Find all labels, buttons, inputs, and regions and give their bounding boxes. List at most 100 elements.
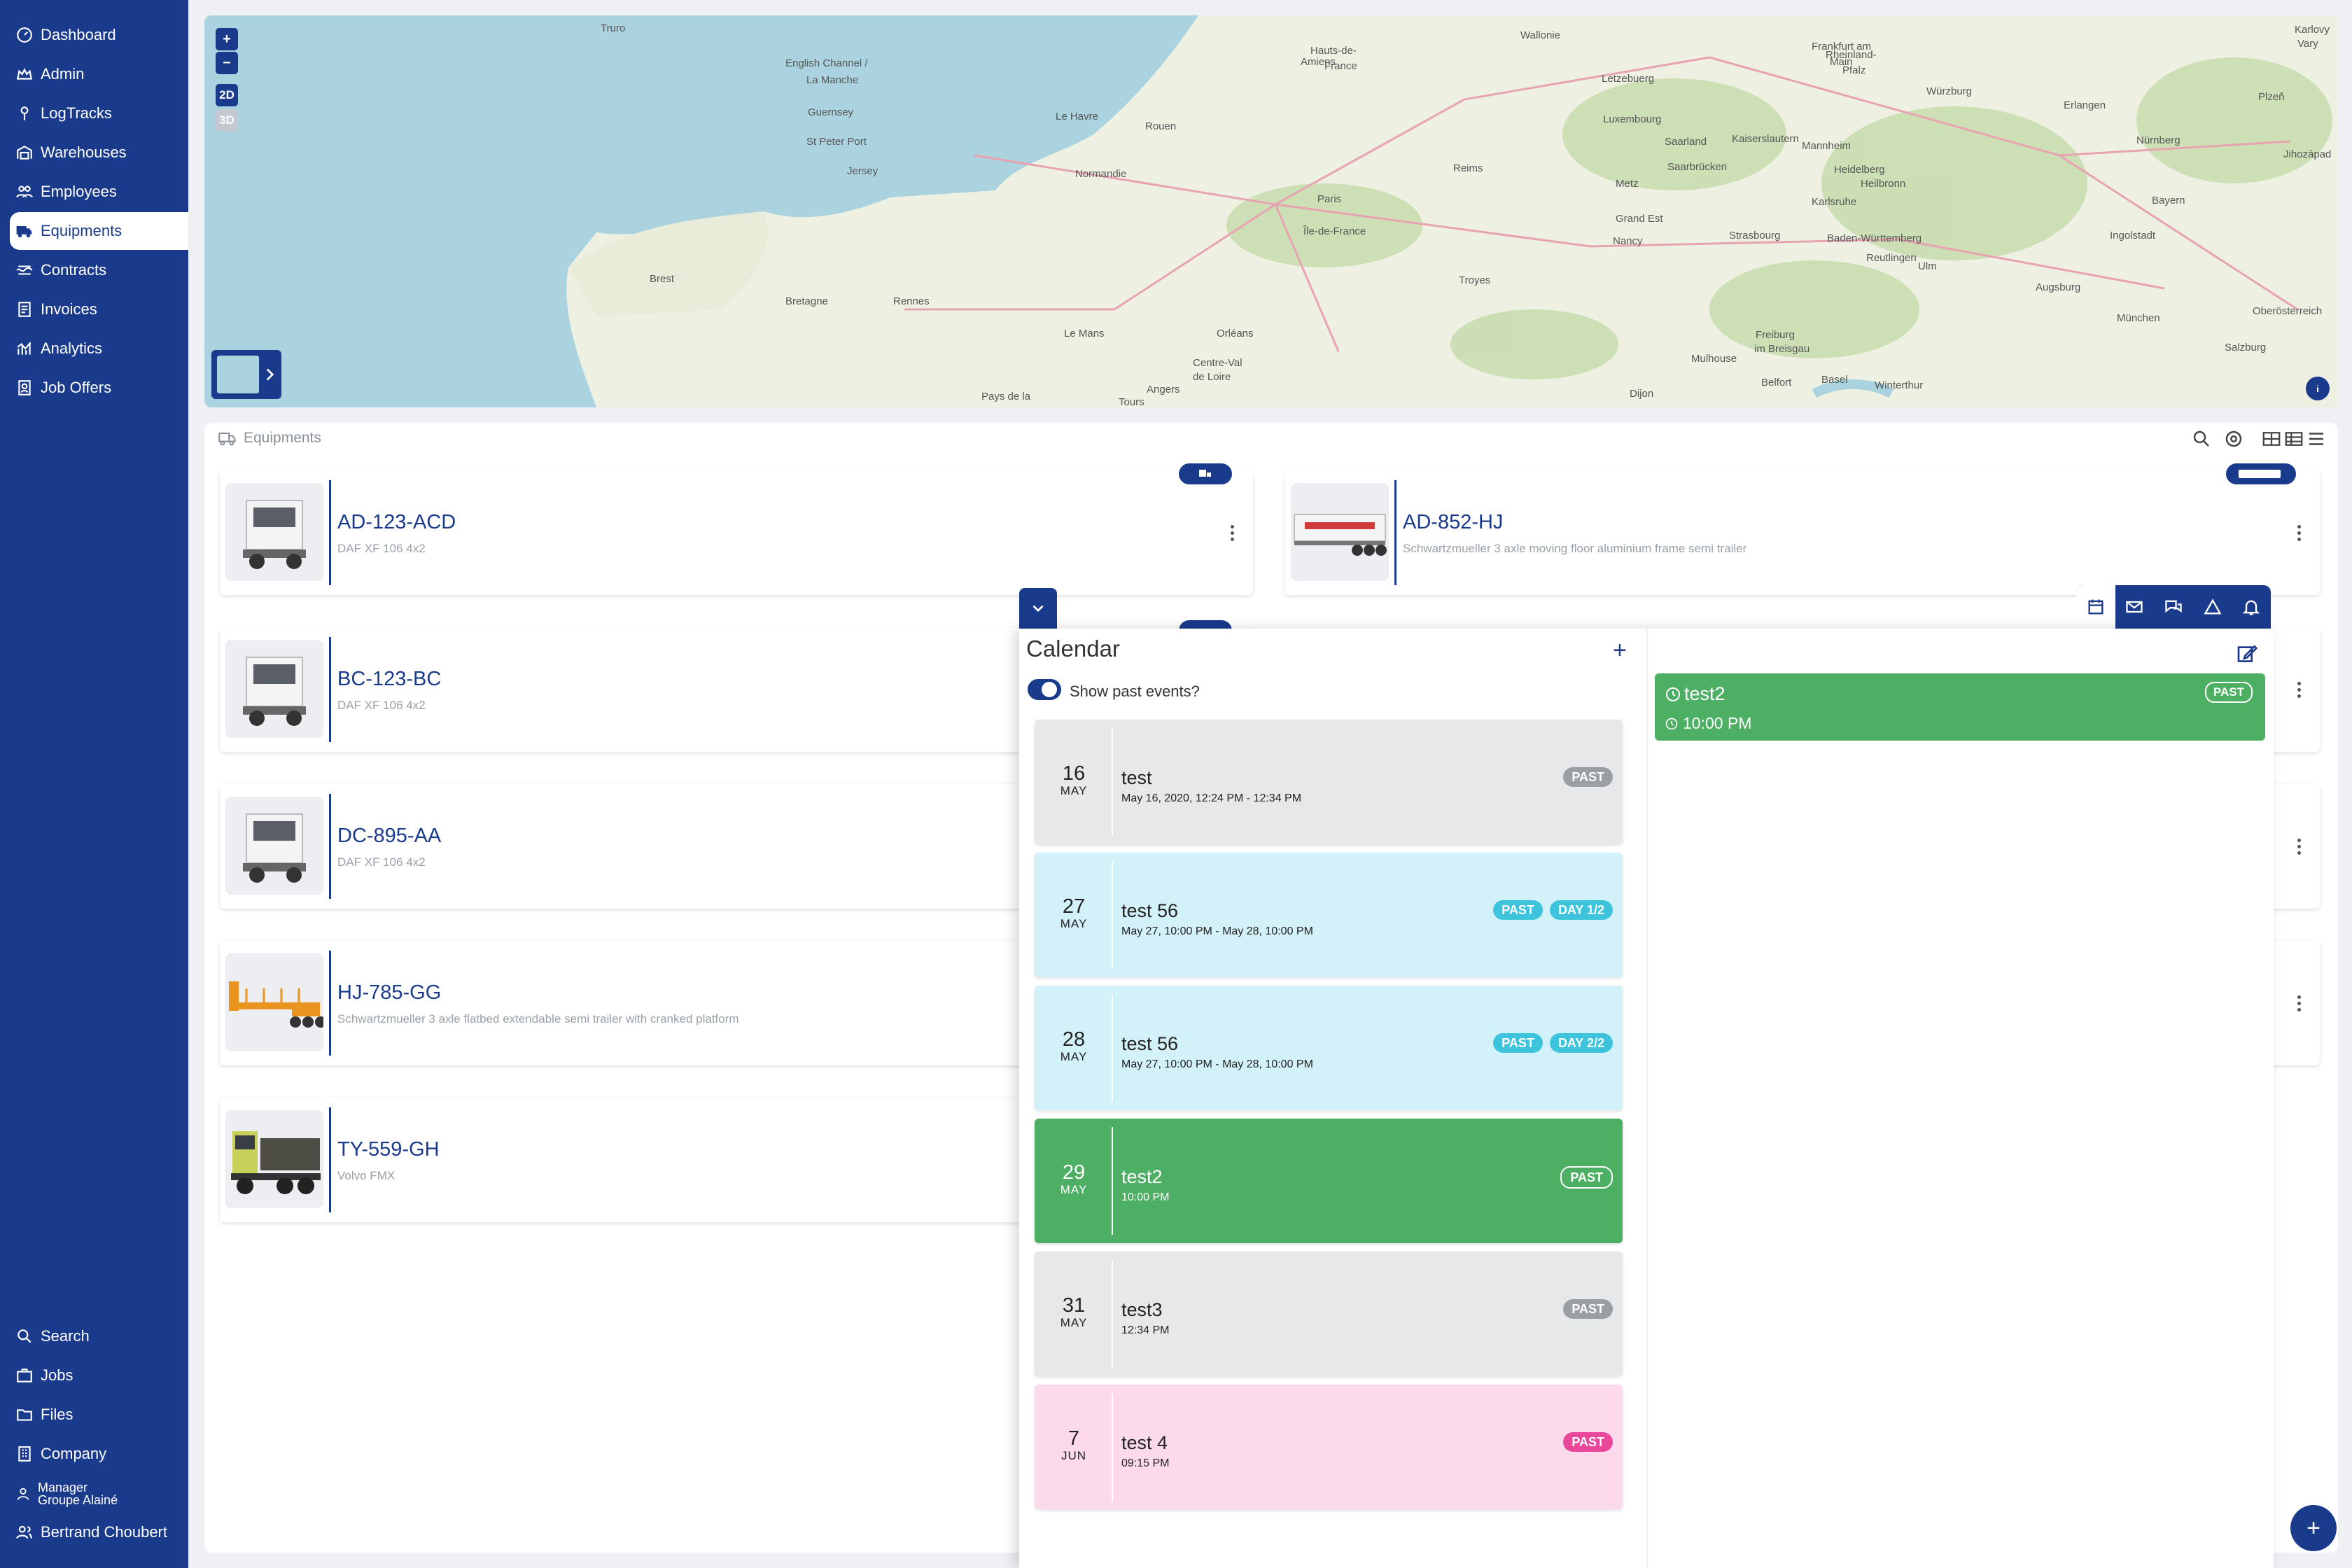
event-detail-card[interactable]: test2 10:00 PM PAST	[1655, 673, 2265, 741]
map-place-label: Plzeň	[2258, 91, 2285, 103]
manager-company: Groupe Alainé	[38, 1493, 118, 1507]
event-card[interactable]: 31 MAY test3 12:34 PM PAST	[1035, 1252, 1623, 1376]
equipment-model: Volvo FMX	[337, 1169, 396, 1182]
grid-view-icon[interactable]	[2261, 428, 2282, 449]
sidebar-item-files[interactable]: Files	[10, 1396, 188, 1434]
truck-icon	[1199, 470, 1211, 477]
sidebar-item-analytics[interactable]: Analytics	[10, 330, 188, 368]
map-place-label: Freiburg	[1756, 329, 1795, 341]
sidebar-item-job-offers[interactable]: Job Offers	[10, 369, 188, 407]
map-info-button[interactable]	[2306, 377, 2330, 400]
sidebar-item-contracts[interactable]: Contracts	[10, 251, 188, 289]
map-place-label: Wallonie	[1520, 29, 1560, 41]
zoom-out-button[interactable]: −	[216, 52, 238, 74]
sidebar-item-logtracks[interactable]: LogTracks	[10, 94, 188, 132]
panel-toolbar	[2191, 428, 2327, 449]
analytics-icon	[17, 342, 31, 355]
equipment-model: Schwartzmueller 3 axle moving floor alum…	[1403, 542, 1747, 555]
tab-notifications[interactable]	[2232, 585, 2271, 629]
sidebar-item-equipments[interactable]: Equipments	[10, 212, 188, 250]
map-place-label: Strasbourg	[1729, 230, 1781, 241]
map-view[interactable]: Truro English Channel / La Manche Guernsey S…	[204, 15, 2338, 407]
sidebar-item-company[interactable]: Company	[10, 1435, 188, 1473]
table-view-icon[interactable]	[2283, 428, 2304, 449]
map-place-label: Nürnberg	[2136, 134, 2180, 146]
sidebar-item-admin[interactable]: Admin	[10, 55, 188, 93]
info-icon	[2316, 385, 2319, 392]
equipment-plate[interactable]: HJ-785-GG	[337, 981, 441, 1004]
sidebar-item-label: LogTracks	[41, 104, 112, 122]
equipment-card[interactable]: AD-123-ACD DAF XF 106 4x2	[220, 463, 1253, 595]
map-layer-switcher[interactable]	[211, 350, 281, 399]
event-month: JUN	[1060, 1449, 1087, 1462]
map-place-label: Salzburg	[2225, 342, 2267, 354]
equipment-card[interactable]	[2268, 627, 2320, 752]
more-options-icon[interactable]	[2297, 995, 2302, 1014]
equipment-thumbnail	[225, 953, 323, 1051]
equipment-card[interactable]	[2268, 941, 2320, 1065]
manager-switcher[interactable]: Manager Groupe Alainé	[15, 1481, 183, 1506]
equipment-card[interactable]: AD-852-HJ Schwartzmueller 3 axle moving …	[1285, 463, 2320, 595]
user-icon	[17, 1488, 29, 1500]
event-card[interactable]: 27 MAY test 56 May 27, 10:00 PM - May 28,…	[1035, 853, 1623, 977]
search-icon[interactable]	[2191, 428, 2212, 449]
tab-messages[interactable]	[2154, 585, 2193, 629]
event-time: 12:34 PM	[1121, 1324, 1170, 1336]
chat-icon	[2165, 600, 2182, 613]
zoom-in-button[interactable]: +	[216, 28, 238, 50]
tab-mail[interactable]	[2115, 585, 2155, 629]
map-place-label: Angers	[1147, 384, 1180, 396]
sidebar-item-user[interactable]: Bertrand Choubert	[10, 1513, 188, 1551]
event-card[interactable]: 28 MAY test 56 May 27, 10:00 PM - May 28,…	[1035, 986, 1623, 1110]
map-place-label: Rennes	[893, 295, 930, 307]
sidebar-item-warehouses[interactable]: Warehouses	[10, 134, 188, 172]
panel-title: Equipments	[217, 428, 321, 448]
event-month: MAY	[1060, 1183, 1088, 1196]
more-options-icon[interactable]	[2297, 682, 2302, 701]
map-place-label: Orléans	[1217, 328, 1254, 340]
equipment-card[interactable]	[2268, 784, 2320, 909]
dashboard-icon	[17, 27, 32, 43]
more-options-icon[interactable]	[1231, 525, 1235, 544]
sidebar-item-dashboard[interactable]: Dashboard	[10, 16, 188, 54]
sidebar-item-employees[interactable]: Employees	[10, 173, 188, 211]
equipment-plate[interactable]: DC-895-AA	[337, 825, 441, 848]
floating-add-button[interactable]: +	[2290, 1505, 2337, 1551]
equipment-plate[interactable]: AD-123-ACD	[337, 511, 456, 534]
equipment-thumbnail	[225, 640, 323, 738]
event-card[interactable]: 7 JUN test 4 09:15 PM PAST	[1035, 1385, 1623, 1509]
equipment-plate[interactable]: TY-559-GH	[337, 1138, 440, 1161]
past-events-toggle[interactable]	[1028, 679, 1061, 700]
map-2d-button[interactable]: 2D	[216, 84, 238, 106]
event-date: 31 MAY	[1035, 1295, 1113, 1330]
map-place-label: Brest	[650, 273, 675, 285]
target-icon[interactable]	[2223, 428, 2244, 449]
event-card[interactable]: 16 MAY test May 16, 2020, 12:24 PM - 12:3…	[1035, 720, 1623, 844]
collapse-drawer-button[interactable]	[1019, 588, 1057, 629]
sidebar-item-search[interactable]: Search	[10, 1317, 188, 1355]
sidebar-item-invoices[interactable]: Invoices	[10, 290, 188, 328]
map-place-label: Baden-Württemberg	[1827, 232, 1922, 244]
map-canvas[interactable]	[204, 15, 2338, 407]
map-place-label: Reims	[1453, 162, 1483, 174]
equipment-plate[interactable]: BC-123-BC	[337, 668, 441, 691]
card-separator	[329, 794, 331, 899]
sidebar-item-jobs[interactable]: Jobs	[10, 1357, 188, 1394]
map-3d-button[interactable]: 3D	[216, 109, 238, 132]
event-title: test 4	[1121, 1432, 1168, 1453]
add-event-button[interactable]: +	[1613, 637, 1627, 664]
event-day: 7	[1068, 1427, 1080, 1450]
tab-alerts[interactable]	[2193, 585, 2232, 629]
equipment-plate[interactable]: AD-852-HJ	[1403, 511, 1503, 534]
list-view-icon[interactable]	[2306, 428, 2327, 449]
event-card[interactable]: 29 MAY test2 10:00 PM PAST	[1035, 1119, 1623, 1243]
tab-calendar[interactable]	[2076, 585, 2115, 629]
user-name: Bertrand Choubert	[41, 1523, 167, 1541]
event-date: 7 JUN	[1035, 1428, 1113, 1463]
more-options-icon[interactable]	[2297, 839, 2302, 858]
equipment-type-badge	[2226, 463, 2296, 484]
more-options-icon[interactable]	[2297, 525, 2302, 544]
clock-icon	[1666, 687, 1680, 701]
briefcase-icon	[17, 1368, 32, 1382]
edit-icon[interactable]	[2236, 643, 2258, 665]
